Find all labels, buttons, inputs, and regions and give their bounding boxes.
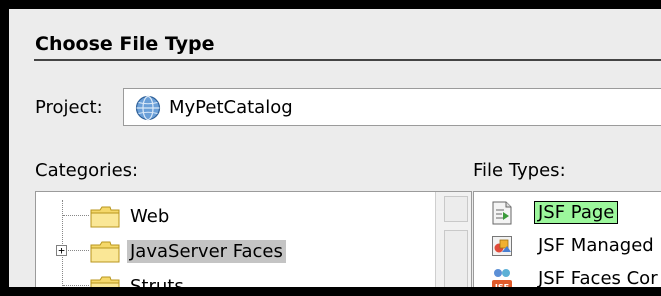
svg-text:JSF: JSF bbox=[494, 283, 509, 287]
folder-icon bbox=[90, 276, 120, 287]
folder-icon bbox=[90, 206, 120, 233]
categories-scrollbar[interactable] bbox=[435, 192, 471, 287]
project-combobox[interactable]: MyPetCatalog bbox=[123, 88, 661, 126]
tree-item-label: Struts bbox=[130, 276, 184, 287]
step-heading: Choose File Type bbox=[35, 33, 215, 55]
categories-label: Categories: bbox=[35, 160, 139, 181]
file-types-list[interactable]: JSF Page JSF Managed JSF Faces Cor bbox=[473, 191, 661, 287]
jsf-page-icon bbox=[491, 201, 513, 225]
file-types-label: File Types: bbox=[473, 160, 566, 181]
file-type-jsf-managed[interactable]: JSF Managed bbox=[474, 231, 661, 261]
tree-connector bbox=[63, 285, 89, 286]
folder-icon bbox=[90, 241, 120, 268]
globe-icon bbox=[135, 95, 161, 126]
tree-item-struts[interactable]: Struts bbox=[36, 270, 436, 287]
tree-item-label: JavaServer Faces bbox=[127, 240, 286, 263]
file-type-jsf-faces-config[interactable]: JSF JSF Faces Cor bbox=[474, 264, 661, 287]
tree-connector bbox=[63, 215, 89, 216]
file-type-jsf-page[interactable]: JSF Page bbox=[474, 198, 661, 228]
file-type-label: JSF Page bbox=[534, 201, 619, 224]
tree-item-javaserver-faces[interactable]: + JavaServer Faces bbox=[36, 235, 436, 267]
project-value: MyPetCatalog bbox=[169, 97, 293, 118]
project-label: Project: bbox=[35, 97, 103, 118]
scroll-thumb[interactable] bbox=[444, 230, 468, 287]
tree-item-web[interactable]: Web bbox=[36, 200, 436, 232]
file-type-label: JSF Managed bbox=[538, 235, 654, 256]
managed-bean-icon bbox=[491, 234, 513, 258]
new-file-dialog: Choose File Type Project: MyPetCatalog C… bbox=[9, 9, 661, 287]
scroll-up-button[interactable] bbox=[444, 196, 468, 222]
categories-tree[interactable]: Web + JavaServer Faces Struts bbox=[35, 191, 472, 287]
faces-config-icon: JSF bbox=[491, 267, 513, 287]
heading-divider bbox=[34, 59, 661, 61]
file-type-label: JSF Faces Cor bbox=[538, 268, 658, 287]
expand-icon[interactable]: + bbox=[56, 245, 67, 256]
tree-item-label: Web bbox=[130, 206, 170, 227]
